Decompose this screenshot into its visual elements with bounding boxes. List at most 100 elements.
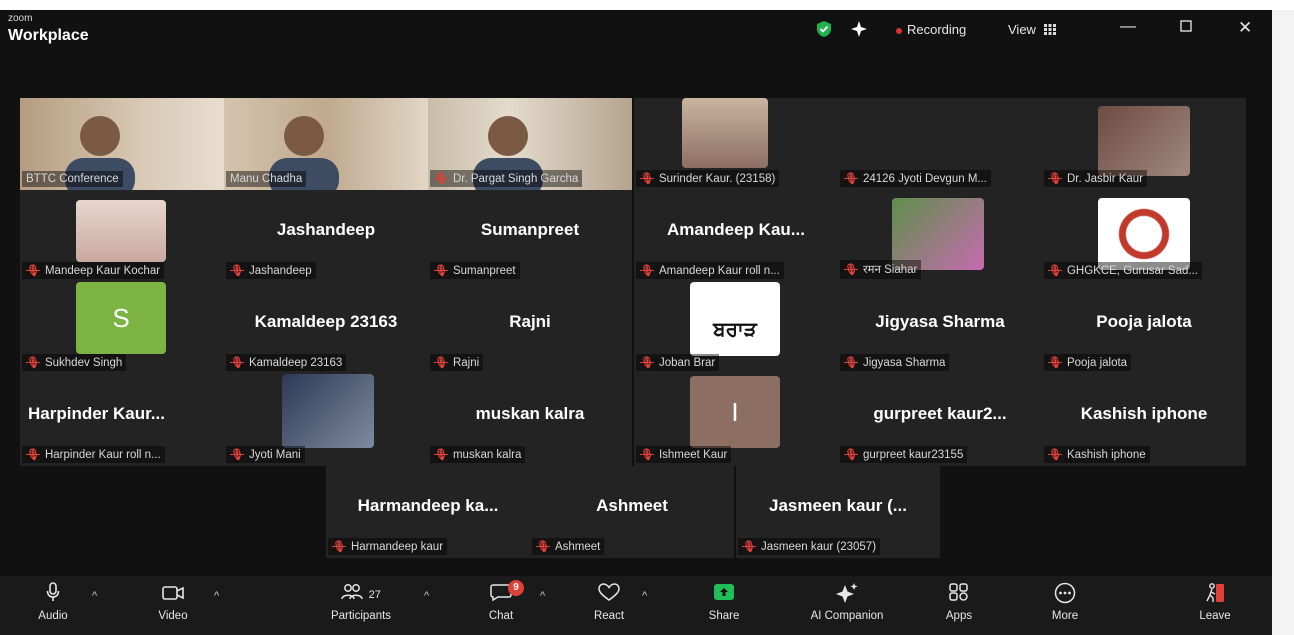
participant-tile[interactable]: Sumanpreet 🎙︎ Sumanpreet [428, 190, 632, 282]
share-label: Share [708, 610, 740, 622]
participant-name-label: 🎙︎ Jyoti Mani [226, 446, 305, 463]
minimize-icon[interactable]: — [1120, 18, 1136, 36]
participant-display-name: Rajni [509, 312, 551, 331]
participant-tile[interactable]: 🎙︎ Surinder Kaur. (23158) [634, 98, 838, 190]
participants-button[interactable]: 27 Participants [316, 582, 406, 622]
participant-display-name: Jigyasa Sharma [875, 312, 1005, 331]
audio-button[interactable]: Audio [8, 582, 98, 622]
participant-name: Mandeep Kaur Kochar [44, 265, 161, 277]
video-options-chevron-icon[interactable]: ^ [214, 590, 219, 602]
participant-tile[interactable]: Pooja jalota 🎙︎ Pooja jalota [1042, 282, 1246, 374]
participant-tile[interactable]: 🎙︎ Dr. Pargat Singh Garcha [428, 98, 632, 190]
participant-photo [682, 98, 768, 168]
participants-options-chevron-icon[interactable]: ^ [424, 590, 429, 602]
title-bar: zoom Workplace Recording View — ✕ [0, 10, 1272, 54]
participant-tile[interactable]: Harpinder Kaur... 🎙︎ Harpinder Kaur roll n… [20, 374, 224, 466]
share-button[interactable]: Share [679, 582, 769, 622]
participant-tile[interactable]: Ashmeet 🎙︎ Ashmeet [530, 466, 734, 558]
participant-tile[interactable]: Amandeep Kau... 🎙︎ Amandeep Kaur roll n... [634, 190, 838, 282]
participant-tile[interactable]: Harmandeep ka... 🎙︎ Harmandeep kaur [326, 466, 530, 558]
participant-display-name: Pooja jalota [1096, 312, 1192, 331]
brand-small: zoom [8, 13, 33, 24]
ai-companion-button[interactable]: AI Companion [792, 582, 902, 622]
close-icon[interactable]: ✕ [1238, 18, 1252, 38]
muted-mic-icon: 🎙︎ [434, 265, 448, 277]
participant-tile[interactable]: 🎙︎ 24126 Jyoti Devgun M... [838, 98, 1042, 190]
participant-display-name: gurpreet kaur2... [873, 404, 1007, 423]
participant-name: Amandeep Kaur roll n... [658, 265, 780, 277]
participant-name: Ishmeet Kaur [658, 449, 728, 461]
participant-tile[interactable]: 🎙︎ GHGKCE, Gurusar Sad... [1042, 190, 1246, 282]
chat-options-chevron-icon[interactable]: ^ [540, 590, 545, 602]
participants-icon-wrap: 27 [316, 582, 406, 608]
apps-button[interactable]: Apps [914, 582, 1004, 622]
participant-tile[interactable]: Jasmeen kaur (... 🎙︎ Jasmeen kaur (23057) [736, 466, 940, 558]
maximize-icon[interactable] [1180, 20, 1192, 35]
participant-tile[interactable]: 🎙︎ Mandeep Kaur Kochar [20, 190, 224, 282]
participant-name: Manu Chadha [230, 173, 303, 185]
muted-mic-icon: 🎙︎ [844, 264, 858, 276]
react-options-chevron-icon[interactable]: ^ [642, 590, 647, 602]
participant-name-label: 🎙︎ Harpinder Kaur roll n... [22, 446, 165, 463]
avatar: I [690, 376, 780, 448]
participant-photo [1098, 106, 1190, 176]
participant-name: BTTC Conference [26, 173, 119, 185]
muted-mic-icon: 🎙︎ [434, 357, 448, 369]
participant-name-label: 🎙︎ Harmandeep kaur [328, 538, 448, 555]
participant-photo [1098, 198, 1190, 270]
participant-name-label: 🎙︎ Surinder Kaur. (23158) [636, 170, 780, 187]
participant-tile[interactable]: 🎙︎ रमन Siahar [838, 190, 1042, 282]
participant-display-name: Jashandeep [276, 220, 376, 239]
audio-label: Audio [38, 610, 68, 622]
participant-tile[interactable]: Manu Chadha [224, 98, 428, 190]
grid-icon [1043, 22, 1056, 37]
chat-icon-wrap: 9 [456, 580, 546, 608]
participant-name-label: 🎙︎ Joban Brar [636, 354, 720, 371]
more-button[interactable]: More [1020, 582, 1110, 622]
audio-options-chevron-icon[interactable]: ^ [92, 590, 97, 602]
participant-tile[interactable]: Jashandeep 🎙︎ Jashandeep [224, 190, 428, 282]
muted-mic-icon: 🎙︎ [844, 357, 858, 369]
participant-tile[interactable]: Jigyasa Sharma 🎙︎ Jigyasa Sharma [838, 282, 1042, 374]
muted-mic-icon: 🎙︎ [26, 449, 40, 461]
participant-tile[interactable]: Kashish iphone 🎙︎ Kashish iphone [1042, 374, 1246, 466]
participant-tile[interactable]: Rajni 🎙︎ Rajni [428, 282, 632, 374]
chat-button[interactable]: 9 Chat [456, 580, 546, 622]
leave-button[interactable]: Leave [1170, 582, 1260, 622]
muted-mic-icon: 🎙︎ [26, 357, 40, 369]
shield-icon[interactable] [816, 20, 832, 41]
participant-name: Jigyasa Sharma [862, 357, 946, 369]
participant-tile[interactable]: I 🎙︎ Ishmeet Kaur [634, 374, 838, 466]
meeting-controls: Audio ^ Video ^ 27 Participants ^ 9 Chat… [0, 576, 1272, 635]
react-label: React [593, 610, 625, 622]
view-button[interactable]: View [1008, 22, 1056, 37]
leave-label: Leave [1199, 610, 1231, 622]
muted-mic-icon: 🎙︎ [1048, 173, 1062, 185]
participant-tile[interactable]: BTTC Conference [20, 98, 224, 190]
participant-name-label: 🎙︎ GHGKCE, Gurusar Sad... [1044, 262, 1202, 279]
participant-tile[interactable]: gurpreet kaur2... 🎙︎ gurpreet kaur23155 [838, 374, 1042, 466]
recording-dot-icon [896, 27, 902, 34]
participant-tile[interactable]: S 🎙︎ Sukhdev Singh [20, 282, 224, 374]
muted-mic-icon: 🎙︎ [230, 265, 244, 277]
participant-tile[interactable]: 🎙︎ Dr. Jasbir Kaur [1042, 98, 1246, 190]
participant-name-label: 🎙︎ Dr. Jasbir Kaur [1044, 170, 1148, 187]
muted-mic-icon: 🎙︎ [1048, 449, 1062, 461]
video-button[interactable]: Video [128, 582, 218, 622]
recording-indicator[interactable]: Recording [896, 22, 966, 37]
participants-icon [341, 584, 369, 606]
app-title: Workplace [8, 27, 89, 44]
participant-name-label: 🎙︎ Kamaldeep 23163 [226, 354, 347, 371]
participant-tile[interactable]: Kamaldeep 23163 🎙︎ Kamaldeep 23163 [224, 282, 428, 374]
react-button[interactable]: React [564, 582, 654, 622]
view-label: View [1008, 22, 1036, 37]
sparkle-icon[interactable] [850, 20, 868, 41]
background-window-edge [1272, 10, 1294, 635]
participant-tile[interactable]: 🎙︎ Jyoti Mani [224, 374, 428, 466]
participants-count: 27 [368, 589, 381, 601]
participant-name-label: 🎙︎ Pooja jalota [1044, 354, 1132, 371]
participant-tile[interactable]: muskan kalra 🎙︎ muskan kalra [428, 374, 632, 466]
participant-tile[interactable]: ਬਰਾੜ 🎙︎ Joban Brar [634, 282, 838, 374]
participant-name-label: 🎙︎ Sumanpreet [430, 262, 520, 279]
video-label: Video [158, 610, 188, 622]
